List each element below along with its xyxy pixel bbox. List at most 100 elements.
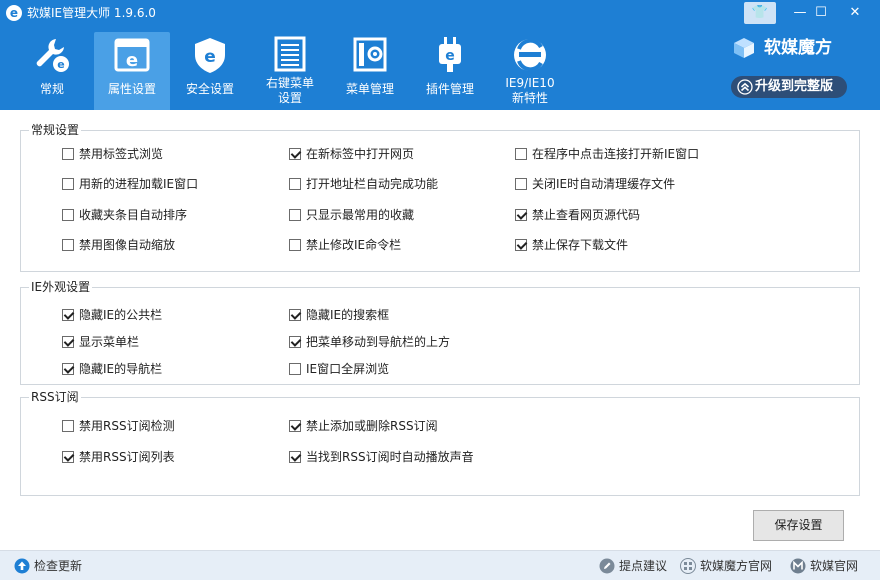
- group-rss-settings: RSS订阅 禁用RSS订阅检测 禁止添加或删除RSS订阅 禁用RSS订阅列表 当…: [20, 389, 860, 496]
- checkbox-box[interactable]: [62, 178, 74, 190]
- tab-ie-features[interactable]: IE9/IE10 新特性: [492, 32, 568, 110]
- checkbox-box[interactable]: [289, 336, 301, 348]
- tab-context-menu-label-line1: 右键菜单: [265, 76, 314, 90]
- checkbox-box[interactable]: [515, 209, 527, 221]
- tab-context-menu[interactable]: 右键菜单 设置: [252, 32, 328, 110]
- mofang-site-label: 软媒魔方官网: [700, 559, 773, 573]
- ie-logo-icon: [514, 38, 546, 72]
- context-menu-icon: [274, 36, 306, 72]
- shield-e-icon: e: [195, 38, 225, 73]
- checkbox-box[interactable]: [289, 148, 301, 160]
- tab-property-label: 属性设置: [107, 82, 156, 96]
- checkbox-label: 在新标签中打开网页: [306, 147, 415, 161]
- tab-property[interactable]: e 属性设置: [94, 32, 170, 110]
- checkbox-label: 用新的进程加载IE窗口: [79, 177, 199, 191]
- checkbox-label: 在程序中点击连接打开新IE窗口: [532, 147, 700, 161]
- checkbox-box[interactable]: [289, 209, 301, 221]
- checkbox-box[interactable]: [62, 239, 74, 251]
- tab-context-menu-label: 右键菜单 设置: [252, 76, 328, 106]
- checkbox-label: 禁止查看网页源代码: [532, 208, 641, 222]
- checkbox-box[interactable]: [289, 363, 301, 375]
- checkbox-box[interactable]: [515, 148, 527, 160]
- svg-text:e: e: [57, 58, 64, 71]
- svg-text:e: e: [204, 47, 216, 67]
- group-rss-title: RSS订阅: [29, 389, 81, 405]
- checkbox-box[interactable]: [62, 451, 74, 463]
- tab-general-label: 常规: [39, 82, 64, 96]
- checkbox-label: 禁用图像自动缩放: [79, 238, 176, 252]
- checkbox-box[interactable]: [289, 451, 301, 463]
- save-button[interactable]: 保存设置: [753, 510, 844, 541]
- checkbox-label: 禁用标签式浏览: [79, 147, 164, 161]
- app-logo-icon: e: [6, 5, 22, 21]
- checkbox-label: 禁止添加或删除RSS订阅: [306, 419, 438, 433]
- group-appearance-title: IE外观设置: [29, 279, 93, 295]
- group-general-settings: 常规设置 禁用标签式浏览 在新标签中打开网页 在程序中点击连接打开新IE窗口 用…: [20, 122, 860, 272]
- tab-plugin-label: 插件管理: [425, 82, 474, 96]
- pen-icon: [599, 558, 615, 574]
- checkbox-label: 隐藏IE的导航栏: [79, 362, 163, 376]
- tab-menu-manage-label: 菜单管理: [345, 82, 394, 96]
- checkbox-box[interactable]: [62, 309, 74, 321]
- checkbox-box[interactable]: [289, 239, 301, 251]
- m-logo-icon: [790, 558, 806, 574]
- grid-logo-icon: [680, 558, 696, 574]
- checkbox-label: 收藏夹条目自动排序: [79, 208, 188, 222]
- checkbox-label: 打开地址栏自动完成功能: [306, 177, 439, 191]
- upgrade-label: 升级到完整版: [755, 79, 834, 94]
- svg-text:e: e: [126, 50, 138, 71]
- checkbox-label: 把菜单移动到导航栏的上方: [306, 335, 451, 349]
- tab-ie-features-label: IE9/IE10 新特性: [492, 76, 568, 106]
- checkbox-label: 显示菜单栏: [79, 335, 140, 349]
- feedback-label: 提点建议: [619, 559, 668, 573]
- group-general-title: 常规设置: [29, 122, 82, 138]
- tab-ie-features-label-line2: 新特性: [511, 91, 548, 105]
- tab-general[interactable]: e 常规: [14, 32, 90, 110]
- skin-button[interactable]: 👕: [744, 2, 776, 24]
- title-bar: e 软媒IE管理大师 1.9.6.0 👕 — ☐ ✕: [0, 0, 880, 26]
- checkbox-label: 禁止修改IE命令栏: [306, 238, 402, 252]
- checkbox-label: 禁用RSS订阅列表: [79, 450, 175, 464]
- checkbox-box[interactable]: [62, 420, 74, 432]
- brand-name: 软媒魔方: [764, 38, 832, 58]
- checkbox-box[interactable]: [289, 178, 301, 190]
- checkbox-label: 禁止保存下载文件: [532, 238, 629, 252]
- checkbox-label: 隐藏IE的公共栏: [79, 308, 163, 322]
- check-update-label: 检查更新: [34, 559, 83, 573]
- checkbox-box[interactable]: [515, 178, 527, 190]
- maximize-button[interactable]: ☐: [804, 0, 838, 26]
- tab-ie-features-label-line1: IE9/IE10: [505, 76, 555, 90]
- checkbox-box[interactable]: [62, 336, 74, 348]
- checkbox-box[interactable]: [515, 239, 527, 251]
- tab-plugin[interactable]: e 插件管理: [412, 32, 488, 110]
- checkbox-label: 关闭IE时自动清理缓存文件: [532, 177, 676, 191]
- checkbox-box[interactable]: [289, 420, 301, 432]
- checkbox-label: 当找到RSS订阅时自动播放声音: [306, 450, 474, 464]
- checkbox-label: 禁用RSS订阅检测: [79, 419, 175, 433]
- close-button[interactable]: ✕: [838, 0, 872, 26]
- checkbox-box[interactable]: [62, 363, 74, 375]
- checkbox-label: 只显示最常用的收藏: [306, 208, 415, 222]
- tab-security[interactable]: e 安全设置: [172, 32, 248, 110]
- header-bar: e 软媒IE管理大师 1.9.6.0 👕 — ☐ ✕ e 常规 e 属性设置 e…: [0, 0, 880, 110]
- checkbox-box[interactable]: [62, 209, 74, 221]
- tab-context-menu-label-line2: 设置: [277, 91, 302, 105]
- wrench-e-icon: e: [36, 39, 69, 72]
- checkbox-label: IE窗口全屏浏览: [306, 362, 390, 376]
- group-appearance-settings: IE外观设置 隐藏IE的公共栏 隐藏IE的搜索框 显示菜单栏 把菜单移动到导航栏…: [20, 279, 860, 385]
- cube-logo-icon: [734, 38, 754, 58]
- window-title: 软媒IE管理大师 1.9.6.0: [27, 6, 156, 20]
- plugin-icon: e: [439, 37, 461, 72]
- ruanmei-site-label: 软媒官网: [810, 559, 859, 573]
- checkbox-label: 隐藏IE的搜索框: [306, 308, 390, 322]
- property-window-icon: e: [114, 38, 150, 72]
- menu-manage-icon: [353, 37, 387, 72]
- checkbox-box[interactable]: [62, 148, 74, 160]
- upgrade-button[interactable]: 升级到完整版: [731, 76, 847, 98]
- tab-security-label: 安全设置: [185, 82, 234, 96]
- checkbox-box[interactable]: [289, 309, 301, 321]
- arrow-up-circle-icon: [14, 558, 30, 574]
- tab-menu-manage[interactable]: 菜单管理: [332, 32, 408, 110]
- status-footer: 检查更新 提点建议 软媒魔方官网 软媒官网: [0, 550, 880, 580]
- double-chevron-up-icon: [737, 79, 753, 95]
